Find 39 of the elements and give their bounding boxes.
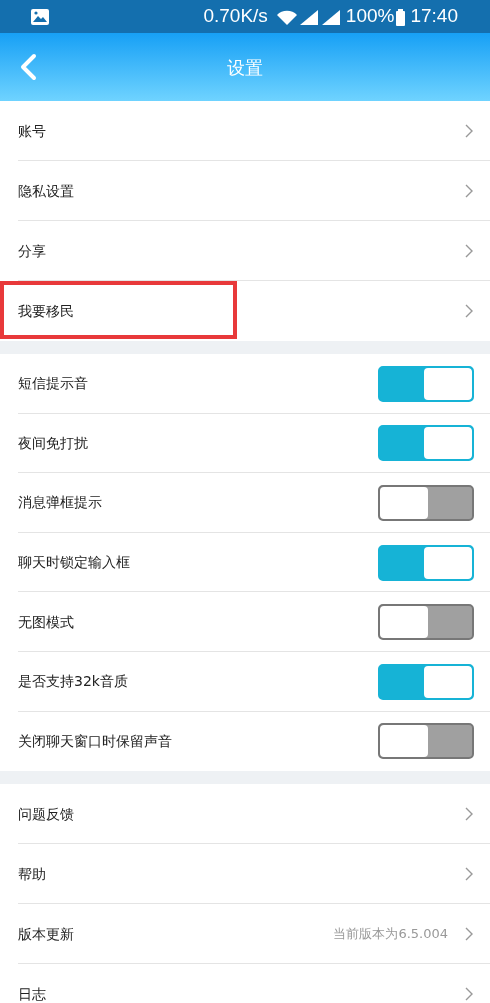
toggle-switch[interactable] <box>378 663 474 700</box>
page-title: 设置 <box>227 55 263 80</box>
chevron-right-icon <box>464 123 474 139</box>
toggle-switch[interactable] <box>378 604 474 641</box>
row-label: 我要移民 <box>18 301 74 321</box>
toggle-switch[interactable] <box>378 425 474 462</box>
row-label: 聊天时锁定输入框 <box>18 553 130 573</box>
row-label: 短信提示音 <box>18 374 88 394</box>
row-label: 账号 <box>18 121 46 141</box>
chevron-right-icon <box>464 866 474 883</box>
chevron-right-icon <box>464 986 474 1003</box>
battery-icon <box>394 7 407 26</box>
clock: 17:40 <box>410 4 458 29</box>
toggle-switch[interactable] <box>378 544 474 581</box>
settings-row[interactable]: 我要移民 <box>0 281 490 341</box>
row-label: 隐私设置 <box>18 181 74 201</box>
battery-percent: 100% <box>345 4 395 29</box>
network-speed: 0.70K/s <box>203 4 268 29</box>
chevron-right-icon <box>464 303 474 319</box>
chevron-right-icon <box>464 243 474 259</box>
chevron-right-icon <box>464 806 474 823</box>
row-label: 问题反馈 <box>18 804 74 824</box>
row-label: 无图模式 <box>18 612 74 632</box>
version-text: 当前版本为6.5.004 <box>333 925 448 944</box>
row-label: 版本更新 <box>18 924 74 944</box>
row-label: 关闭聊天窗口时保留声音 <box>18 731 172 751</box>
back-icon[interactable] <box>18 53 38 81</box>
row-label: 夜间免打扰 <box>18 433 88 453</box>
toggle-switch[interactable] <box>378 365 474 402</box>
row-label: 帮助 <box>18 864 46 884</box>
chevron-right-icon <box>464 183 474 199</box>
image-icon <box>30 7 50 26</box>
row-label: 消息弹框提示 <box>18 493 102 513</box>
toggle-switch[interactable] <box>378 723 474 760</box>
toggle-switch[interactable] <box>378 485 474 521</box>
row-label: 分享 <box>18 241 46 261</box>
row-label: 是否支持32k音质 <box>18 672 128 692</box>
row-label: 日志 <box>18 984 46 1003</box>
chevron-right-icon <box>464 926 474 943</box>
